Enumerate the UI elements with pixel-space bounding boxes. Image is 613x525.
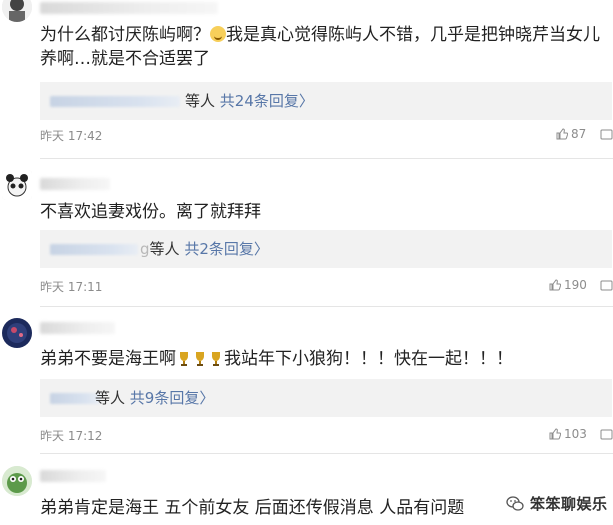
username-redacted[interactable] <box>40 470 106 482</box>
wechat-icon <box>506 496 524 511</box>
avatar[interactable] <box>2 0 32 22</box>
watermark-text: 笨笨聊娱乐 <box>530 495 608 513</box>
reply-users-redacted <box>50 244 138 255</box>
trophy-emoji-icon <box>196 352 204 366</box>
reply-summary[interactable]: 等人 共9条回复〉 <box>40 379 612 417</box>
avatar-image <box>2 318 32 348</box>
like-count: 190 <box>564 278 587 292</box>
comment-time: 昨天 17:11 <box>40 280 103 294</box>
view-replies-link[interactable]: 共9条回复 <box>130 389 200 407</box>
comment-icon[interactable] <box>600 127 613 146</box>
view-replies-link[interactable]: 共24条回复 <box>220 92 299 110</box>
comment-time: 昨天 17:42 <box>40 129 103 143</box>
like-count: 87 <box>571 127 587 141</box>
like-button[interactable]: 87 <box>556 127 586 141</box>
chevron-right-icon: 〉 <box>298 92 314 110</box>
comment-text: 为什么都讨厌陈屿啊？ 我是真心觉得陈屿人不错，几乎是把钟晓芹当女儿养啊…就是不合适… <box>40 23 609 71</box>
like-button[interactable]: 103 <box>549 427 587 441</box>
avatar[interactable] <box>2 466 32 496</box>
like-count: 103 <box>564 427 587 441</box>
trophy-emoji-icon <box>180 352 188 366</box>
divider <box>40 306 613 307</box>
thumbs-up-icon <box>549 279 562 291</box>
comment-icon[interactable] <box>600 427 613 446</box>
comment-text: 弟弟不要是海王啊 我站年下小狼狗！！！快在一起！！！ <box>40 347 609 371</box>
avatar[interactable] <box>2 170 32 200</box>
comment-text: 不喜欢追妻戏份。离了就拜拜 <box>40 202 261 222</box>
username-redacted[interactable] <box>40 2 218 14</box>
watermark: 笨笨聊娱乐 <box>500 493 613 517</box>
comment-text-part: 我站年下小狼狗！！！快在一起！！！ <box>224 349 513 369</box>
comment-text-part: 为什么都讨厌陈屿啊？ <box>40 25 210 45</box>
thumbs-up-icon <box>556 128 569 140</box>
divider <box>40 453 613 454</box>
comment-icon[interactable] <box>600 278 613 297</box>
view-replies-link[interactable]: 共2条回复 <box>184 240 254 258</box>
comment-text-part: 弟弟不要是海王啊 <box>40 349 176 369</box>
username-redacted[interactable] <box>40 322 115 334</box>
reply-summary[interactable]: g等人 共2条回复〉 <box>40 230 612 268</box>
reply-users-visible: g <box>140 240 150 258</box>
smile-emoji-icon <box>210 26 226 42</box>
username-redacted[interactable] <box>40 178 110 190</box>
reply-users-suffix: 等人 <box>149 240 185 258</box>
chevron-right-icon: 〉 <box>199 389 215 407</box>
trophy-emoji-icon <box>212 352 220 366</box>
avatar-image <box>2 170 32 200</box>
like-button[interactable]: 190 <box>549 278 587 292</box>
avatar-image <box>2 0 32 22</box>
avatar[interactable] <box>2 318 32 348</box>
divider <box>40 158 613 159</box>
reply-summary[interactable]: 等人 共24条回复〉 <box>40 82 612 120</box>
reply-users-redacted <box>50 96 180 107</box>
chevron-right-icon: 〉 <box>253 240 269 258</box>
thumbs-up-icon <box>549 428 562 440</box>
reply-users-suffix: 等人 <box>185 92 220 110</box>
comment-time: 昨天 17:12 <box>40 429 103 443</box>
avatar-image <box>2 466 32 496</box>
reply-users-redacted <box>50 393 100 404</box>
reply-users-suffix: 等人 <box>95 389 130 407</box>
